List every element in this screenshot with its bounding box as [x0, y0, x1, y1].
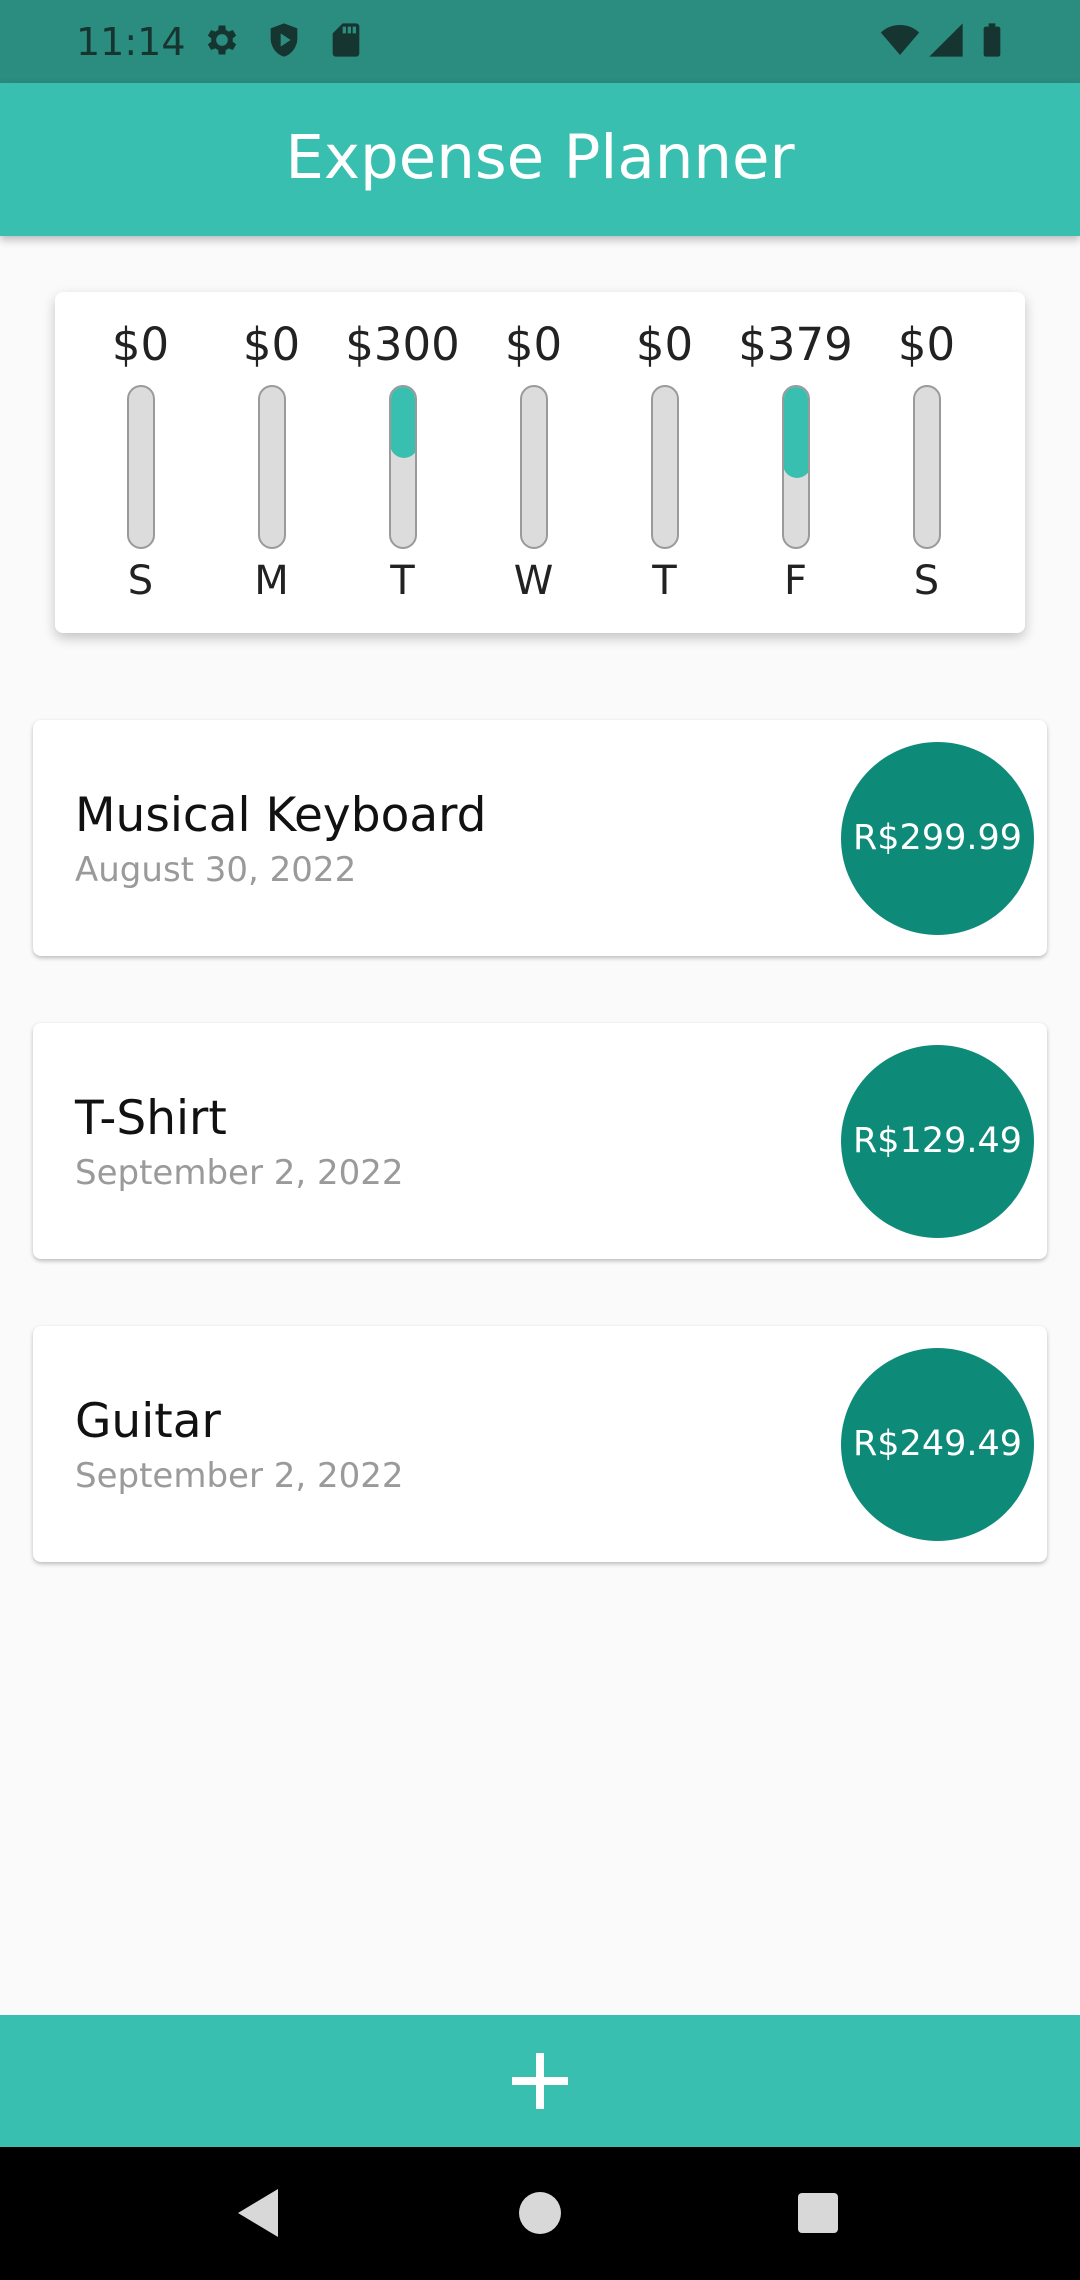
shield-icon: [270, 23, 298, 57]
signal-icon: [929, 23, 963, 57]
chart-day-amount: $0: [897, 318, 956, 371]
chart-day-bar: [519, 385, 548, 549]
chart-day-amount: $379: [738, 318, 853, 371]
chart-day-label: W: [513, 558, 554, 604]
chart-day-bar: [650, 385, 679, 549]
chart-day-amount: $0: [504, 318, 563, 371]
app-bar: Expense Planner: [0, 83, 1080, 236]
chart-day-column: $300 T: [337, 292, 468, 633]
chart-day-bar-fill: [390, 387, 415, 459]
chart-day-bar: [912, 385, 941, 549]
transaction-date: September 2, 2022: [75, 1153, 404, 1193]
chart-day-column: $0 S: [861, 292, 992, 633]
chart-day-label: S: [127, 558, 154, 604]
transaction-amount-badge: R$249.49: [841, 1348, 1034, 1541]
transaction-title: T-Shirt: [75, 1091, 227, 1146]
chart-day-bar: [257, 385, 286, 549]
transaction-date: September 2, 2022: [75, 1456, 404, 1496]
transaction-amount-badge: R$129.49: [841, 1045, 1034, 1238]
plus-icon: [512, 2053, 568, 2109]
sd-card-icon: [332, 23, 360, 57]
chart-day-bar-fill: [783, 387, 808, 478]
settings-icon: [207, 25, 237, 55]
app-title: Expense Planner: [285, 122, 795, 193]
add-transaction-button[interactable]: [0, 2015, 1080, 2147]
weekly-chart-card: $0 S $0 M $300 T $0 W $0 T $379 F $0 S: [55, 292, 1025, 633]
chart-day-column: $0 W: [468, 292, 599, 633]
transaction-card[interactable]: Musical Keyboard August 30, 2022 R$299.9…: [33, 720, 1047, 956]
chart-day-column: $0 T: [599, 292, 730, 633]
transaction-date: August 30, 2022: [75, 850, 357, 890]
chart-day-label: S: [913, 558, 940, 604]
recents-icon[interactable]: [786, 2181, 850, 2245]
chart-day-label: T: [390, 558, 415, 604]
chart-day-column: $0 M: [206, 292, 337, 633]
transaction-title: Musical Keyboard: [75, 788, 487, 843]
wifi-icon: [880, 25, 920, 55]
home-icon[interactable]: [508, 2181, 572, 2245]
transaction-card[interactable]: Guitar September 2, 2022 R$249.49: [33, 1326, 1047, 1562]
chart-day-label: F: [783, 558, 807, 604]
transaction-title: Guitar: [75, 1394, 221, 1449]
chart-day-label: T: [652, 558, 677, 604]
chart-day-bar: [781, 385, 810, 549]
chart-day-bar: [388, 385, 417, 549]
transaction-card[interactable]: T-Shirt September 2, 2022 R$129.49: [33, 1023, 1047, 1259]
battery-icon: [983, 23, 1001, 57]
chart-day-amount: $0: [111, 318, 170, 371]
status-time: 11:14: [76, 20, 186, 64]
chart-day-bar: [126, 385, 155, 549]
transaction-amount-badge: R$299.99: [841, 742, 1034, 935]
chart-day-column: $0 S: [75, 292, 206, 633]
chart-day-amount: $300: [345, 318, 460, 371]
navigation-bar: [0, 2147, 1080, 2280]
status-bar: 11:14: [0, 0, 1080, 83]
chart-day-column: $379 F: [730, 292, 861, 633]
chart-day-label: M: [254, 558, 289, 604]
chart-day-amount: $0: [635, 318, 694, 371]
back-icon[interactable]: [226, 2181, 290, 2245]
chart-day-amount: $0: [242, 318, 301, 371]
